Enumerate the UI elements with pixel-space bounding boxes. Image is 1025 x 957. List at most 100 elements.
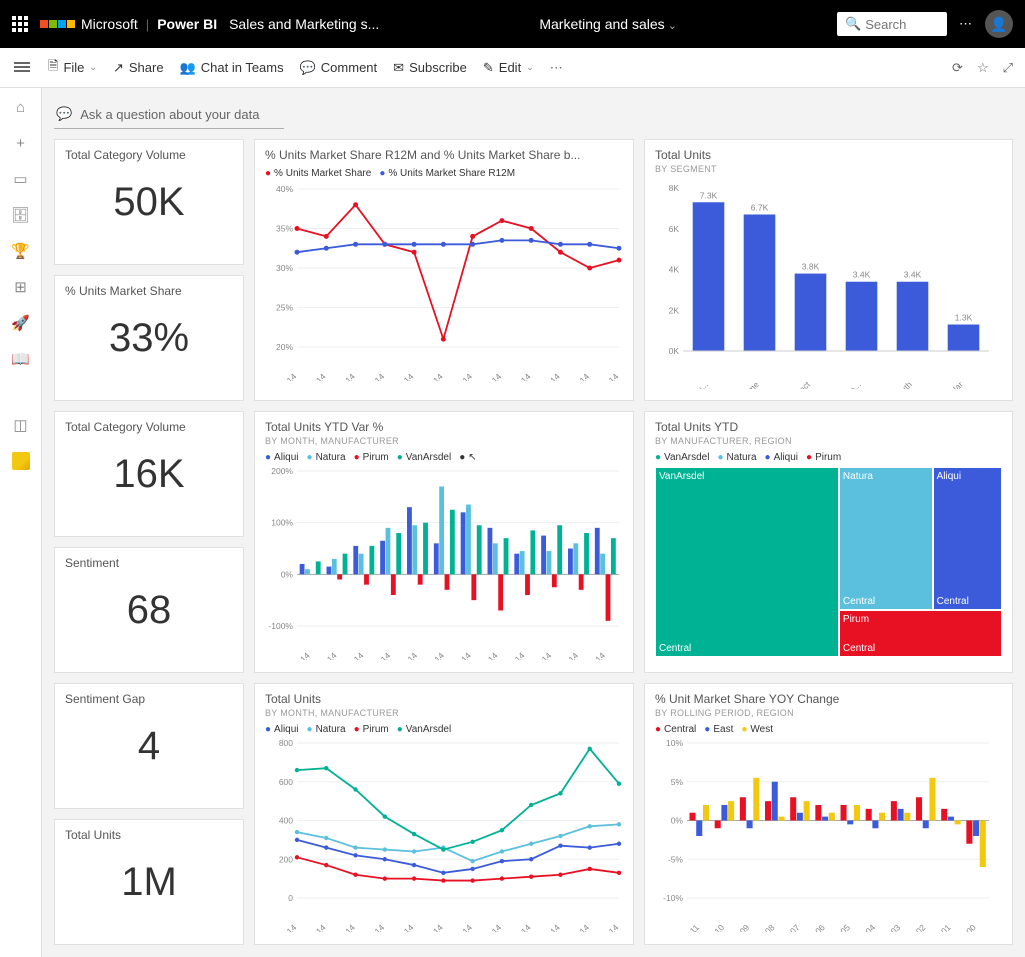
svg-text:Feb-14: Feb-14 xyxy=(313,650,339,660)
chart-units-ytd-treemap[interactable]: Total Units YTD BY MANUFACTURER, REGION … xyxy=(644,411,1013,673)
svg-text:All Sea...: All Sea... xyxy=(832,379,863,389)
svg-text:Jan-14: Jan-14 xyxy=(273,922,299,932)
metrics-icon[interactable]: 🏆 xyxy=(12,242,30,260)
svg-text:Mar-14: Mar-14 xyxy=(331,922,357,932)
svg-text:P-05: P-05 xyxy=(832,922,852,932)
file-button[interactable]: 🗎 File ⌄ xyxy=(48,57,97,79)
svg-text:May-14: May-14 xyxy=(388,922,415,932)
svg-text:Jun-14: Jun-14 xyxy=(419,922,445,932)
svg-text:200: 200 xyxy=(279,854,293,864)
apps-icon[interactable]: ⊞ xyxy=(12,278,30,296)
treemap-body: VanArsdelCentralNaturaCentralAliquiCentr… xyxy=(655,467,1002,657)
svg-text:8K: 8K xyxy=(669,183,680,193)
svg-text:-100%: -100% xyxy=(268,621,293,631)
svg-text:Jul-14: Jul-14 xyxy=(451,371,475,381)
user-avatar[interactable]: 👤 xyxy=(985,10,1013,38)
svg-text:Feb-14: Feb-14 xyxy=(302,371,328,381)
svg-text:Sep-14: Sep-14 xyxy=(506,922,533,932)
kpi-total-cat-vol-2[interactable]: Total Category Volume 16K xyxy=(54,411,244,537)
toolbar-more-icon[interactable]: ⋯ xyxy=(550,60,564,76)
plus-icon[interactable]: + xyxy=(12,134,30,152)
svg-text:Oct-14: Oct-14 xyxy=(537,922,562,932)
chart-total-units-month[interactable]: Total Units BY MONTH, MANUFACTURER Aliqu… xyxy=(254,683,634,945)
svg-text:3.4K: 3.4K xyxy=(853,270,871,280)
search-box[interactable]: 🔍 xyxy=(837,12,947,36)
app-launcher-icon[interactable] xyxy=(12,16,28,32)
workspace-icon[interactable]: ◫ xyxy=(12,416,30,434)
svg-text:Regular: Regular xyxy=(937,379,965,389)
bar-chart-svg: -10%-5%0%5%10%P-11P-10P-09P-08P-07P-06P-… xyxy=(655,737,995,932)
main-area: ⌂ + ▭ 🗄 🏆 ⊞ 🚀 📖 ◫ 💬 Ask a question about… xyxy=(0,88,1025,957)
chart-units-ytd-var[interactable]: Total Units YTD Var % BY MONTH, MANUFACT… xyxy=(254,411,634,673)
svg-text:Extreme: Extreme xyxy=(731,379,761,389)
home-icon[interactable]: ⌂ xyxy=(12,98,30,116)
svg-text:Feb-14: Feb-14 xyxy=(302,922,328,932)
svg-text:0%: 0% xyxy=(671,816,684,826)
kpi-units-share[interactable]: % Units Market Share 33% xyxy=(54,275,244,401)
svg-text:May-14: May-14 xyxy=(392,650,419,660)
svg-text:Dec-14: Dec-14 xyxy=(594,922,621,932)
chart-yoy-change[interactable]: % Unit Market Share YOY Change BY ROLLIN… xyxy=(644,683,1013,945)
favorite-icon[interactable]: ☆ xyxy=(977,60,989,76)
more-options-icon[interactable]: ⋯ xyxy=(959,16,973,32)
svg-text:P-03: P-03 xyxy=(883,922,903,932)
comment-button[interactable]: 💬 Comment xyxy=(300,60,378,76)
svg-text:P-09: P-09 xyxy=(732,922,752,932)
browse-icon[interactable]: ▭ xyxy=(12,170,30,188)
svg-text:600: 600 xyxy=(279,777,293,787)
svg-text:Produ...: Produ... xyxy=(682,379,710,389)
svg-text:P-07: P-07 xyxy=(782,922,802,932)
svg-text:30%: 30% xyxy=(276,263,293,273)
svg-text:Jan-14: Jan-14 xyxy=(273,371,299,381)
learn-icon[interactable]: 📖 xyxy=(12,350,30,368)
svg-text:3.4K: 3.4K xyxy=(904,270,922,280)
svg-text:1.3K: 1.3K xyxy=(955,313,973,323)
legend: Central East West xyxy=(655,724,1002,735)
edit-button[interactable]: ✎ Edit ⌄ xyxy=(483,60,534,76)
search-icon: 🔍 xyxy=(845,16,861,32)
svg-text:Jun-14: Jun-14 xyxy=(419,371,445,381)
share-button[interactable]: ↗ Share xyxy=(113,60,164,76)
svg-text:25%: 25% xyxy=(276,303,293,313)
svg-text:Nov-14: Nov-14 xyxy=(554,650,581,660)
qa-input[interactable]: 💬 Ask a question about your data xyxy=(54,100,284,129)
chart-total-units-segment[interactable]: Total Units BY SEGMENT 0K2K4K6K8K7.3K6.7… xyxy=(644,139,1013,401)
svg-text:-5%: -5% xyxy=(668,854,684,864)
svg-text:Apr-14: Apr-14 xyxy=(361,922,386,932)
page-selector[interactable]: Marketing and sales xyxy=(539,16,677,32)
refresh-icon[interactable]: ⟳ xyxy=(952,60,963,76)
svg-text:6.7K: 6.7K xyxy=(751,202,769,212)
microsoft-logo-icon xyxy=(40,20,75,28)
data-hub-icon[interactable]: 🗄 xyxy=(12,206,30,224)
current-workspace-icon[interactable] xyxy=(12,452,30,470)
chat-icon: 💬 xyxy=(56,106,72,122)
deploy-icon[interactable]: 🚀 xyxy=(12,314,30,332)
svg-text:Aug-14: Aug-14 xyxy=(473,650,500,660)
svg-text:P-02: P-02 xyxy=(908,922,928,932)
kpi-total-cat-vol-1[interactable]: Total Category Volume 50K xyxy=(54,139,244,265)
fullscreen-icon[interactable]: ⤢ xyxy=(1003,60,1013,76)
svg-text:P-01: P-01 xyxy=(933,922,953,932)
chat-button[interactable]: 👥 Chat in Teams xyxy=(180,60,284,76)
svg-text:Dec-14: Dec-14 xyxy=(581,650,608,660)
kpi-sentiment[interactable]: Sentiment 68 xyxy=(54,547,244,673)
subscribe-button[interactable]: ✉ Subscribe xyxy=(393,60,467,76)
chart-market-share-line[interactable]: % Units Market Share R12M and % Units Ma… xyxy=(254,139,634,401)
command-bar: 🗎 File ⌄ ↗ Share 👥 Chat in Teams 💬 Comme… xyxy=(0,48,1025,88)
svg-text:4K: 4K xyxy=(669,265,680,275)
kpi-sentiment-gap[interactable]: Sentiment Gap 4 xyxy=(54,683,244,809)
kpi-total-units[interactable]: Total Units 1M xyxy=(54,819,244,945)
legend: VanArsdel Natura Aliqui Pirum xyxy=(655,452,1002,463)
svg-text:P-11: P-11 xyxy=(682,922,702,932)
report-name[interactable]: Sales and Marketing s... xyxy=(229,16,379,32)
nav-toggle-icon[interactable] xyxy=(14,60,30,74)
svg-text:Mar-14: Mar-14 xyxy=(331,371,357,381)
legend: Aliqui Natura Pirum VanArsdel ↖ xyxy=(265,452,623,463)
svg-text:P-08: P-08 xyxy=(757,922,777,932)
svg-text:10%: 10% xyxy=(666,738,683,748)
svg-text:Mar-14: Mar-14 xyxy=(339,650,365,660)
left-nav: ⌂ + ▭ 🗄 🏆 ⊞ 🚀 📖 ◫ xyxy=(0,88,42,957)
search-input[interactable] xyxy=(865,17,945,32)
svg-text:20%: 20% xyxy=(276,342,293,352)
qa-placeholder: Ask a question about your data xyxy=(80,107,259,122)
